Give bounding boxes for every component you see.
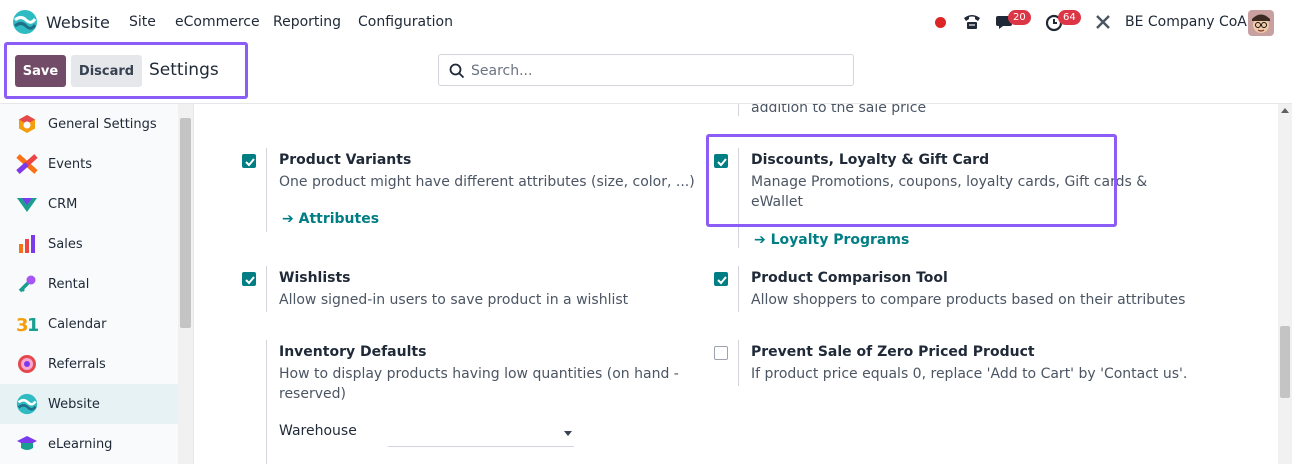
search-icon bbox=[449, 63, 465, 79]
menu-site[interactable]: Site bbox=[129, 14, 156, 30]
save-button[interactable]: Save bbox=[15, 55, 66, 87]
settings-content: addition to the sale price Product Varia… bbox=[194, 104, 1278, 464]
sidebar-item-label: eLearning bbox=[48, 436, 113, 452]
sidebar-item-label: CRM bbox=[48, 196, 78, 212]
main-scrollbar-thumb[interactable] bbox=[1280, 326, 1290, 398]
menu-configuration[interactable]: Configuration bbox=[358, 14, 453, 30]
company-switcher[interactable]: BE Company CoA bbox=[1125, 14, 1247, 30]
discounts-loyalty-description-line2: eWallet bbox=[751, 194, 804, 210]
loyalty-programs-link[interactable]: ➔ Loyalty Programs bbox=[754, 232, 909, 248]
crm-icon bbox=[16, 193, 38, 215]
wishlists-description: Allow signed-in users to save product in… bbox=[279, 292, 629, 308]
product-comparison-checkbox[interactable] bbox=[714, 272, 728, 286]
sidebar-item-general-settings[interactable]: General Settings bbox=[0, 104, 178, 144]
product-variants-description: One product might have different attribu… bbox=[279, 174, 695, 190]
general-settings-icon bbox=[16, 113, 38, 135]
setting-description-partial: addition to the sale price bbox=[751, 104, 927, 116]
website-icon bbox=[16, 393, 38, 415]
settings-sidebar: General Settings Events CRM Sales Rental… bbox=[0, 104, 194, 464]
sidebar-scrollbar-thumb[interactable] bbox=[180, 118, 191, 328]
prevent-zero-price-description: If product price equals 0, replace 'Add … bbox=[751, 366, 1188, 382]
sidebar-item-label: Sales bbox=[48, 236, 83, 252]
wishlists-checkbox[interactable] bbox=[242, 272, 256, 286]
activities-badge: 64 bbox=[1058, 10, 1081, 25]
search-input[interactable] bbox=[471, 59, 841, 83]
control-panel: Save Discard Settings bbox=[0, 44, 1292, 104]
events-icon bbox=[16, 153, 38, 175]
app-name[interactable]: Website bbox=[46, 13, 110, 32]
sales-icon bbox=[16, 233, 38, 255]
svg-text:1: 1 bbox=[27, 315, 38, 334]
sidebar-item-label: Events bbox=[48, 156, 93, 172]
setting-divider bbox=[738, 266, 739, 312]
product-comparison-description: Allow shoppers to compare products based… bbox=[751, 292, 1186, 308]
wishlists-title: Wishlists bbox=[279, 270, 351, 286]
messages-badge: 20 bbox=[1008, 10, 1031, 25]
referrals-icon bbox=[16, 353, 38, 375]
product-comparison-title: Product Comparison Tool bbox=[751, 270, 948, 286]
attributes-link[interactable]: ➔ Attributes bbox=[282, 211, 379, 227]
arrow-right-icon: ➔ bbox=[282, 211, 294, 227]
top-navbar: Website Site eCommerce Reporting Configu… bbox=[0, 0, 1292, 44]
warehouse-select-underline[interactable] bbox=[388, 446, 574, 447]
inventory-defaults-description-line1: How to display products having low quant… bbox=[279, 366, 679, 382]
menu-ecommerce[interactable]: eCommerce bbox=[175, 14, 260, 30]
sidebar-item-label: Website bbox=[48, 396, 100, 412]
setting-divider bbox=[266, 340, 267, 464]
product-variants-checkbox[interactable] bbox=[242, 154, 256, 168]
sidebar-item-label: Referrals bbox=[48, 356, 106, 372]
search-box[interactable] bbox=[438, 54, 854, 86]
sidebar-item-website[interactable]: Website bbox=[0, 384, 178, 424]
prevent-zero-price-checkbox[interactable] bbox=[714, 346, 728, 360]
setting-divider bbox=[738, 148, 739, 248]
warehouse-label: Warehouse bbox=[279, 423, 357, 439]
scroll-up-icon[interactable] bbox=[1281, 108, 1289, 113]
page-title: Settings bbox=[149, 60, 219, 80]
setting-divider bbox=[266, 148, 267, 232]
setting-divider bbox=[738, 104, 739, 116]
discard-button[interactable]: Discard bbox=[71, 55, 142, 87]
sidebar-item-sales[interactable]: Sales bbox=[0, 224, 178, 264]
status-dot[interactable] bbox=[935, 17, 946, 28]
tools-icon[interactable] bbox=[1093, 12, 1113, 32]
loyalty-programs-link-label: Loyalty Programs bbox=[770, 232, 910, 248]
setting-divider bbox=[266, 266, 267, 312]
attributes-link-label: Attributes bbox=[298, 211, 380, 227]
sidebar-item-elearning[interactable]: eLearning bbox=[0, 424, 178, 464]
chevron-down-icon[interactable] bbox=[564, 431, 572, 436]
rental-key-icon bbox=[16, 273, 38, 295]
arrow-right-icon: ➔ bbox=[754, 232, 766, 248]
menu-reporting[interactable]: Reporting bbox=[273, 14, 341, 30]
main-scrollbar-track[interactable] bbox=[1278, 104, 1292, 464]
website-app-icon[interactable] bbox=[12, 9, 38, 35]
elearning-icon bbox=[16, 433, 38, 455]
sidebar-item-label: General Settings bbox=[48, 116, 157, 132]
sidebar-item-rental[interactable]: Rental bbox=[0, 264, 178, 304]
discounts-loyalty-description-line1: Manage Promotions, coupons, loyalty card… bbox=[751, 174, 1148, 190]
sidebar-item-label: Rental bbox=[48, 276, 90, 292]
sidebar-item-events[interactable]: Events bbox=[0, 144, 178, 184]
sidebar-item-label: Calendar bbox=[48, 316, 107, 332]
product-variants-title: Product Variants bbox=[279, 152, 412, 168]
sidebar-item-referrals[interactable]: Referrals bbox=[0, 344, 178, 384]
sidebar-item-crm[interactable]: CRM bbox=[0, 184, 178, 224]
inventory-defaults-title: Inventory Defaults bbox=[279, 344, 427, 360]
setting-divider bbox=[738, 340, 739, 386]
phone-icon[interactable] bbox=[962, 12, 982, 32]
user-avatar[interactable] bbox=[1248, 10, 1274, 36]
sidebar-item-calendar[interactable]: 31 Calendar bbox=[0, 304, 178, 344]
discounts-loyalty-title: Discounts, Loyalty & Gift Card bbox=[751, 152, 990, 168]
inventory-defaults-description-line2: reserved) bbox=[279, 386, 346, 402]
discounts-loyalty-checkbox[interactable] bbox=[714, 154, 728, 168]
calendar-icon: 31 bbox=[16, 313, 38, 335]
prevent-zero-price-title: Prevent Sale of Zero Priced Product bbox=[751, 344, 1035, 360]
